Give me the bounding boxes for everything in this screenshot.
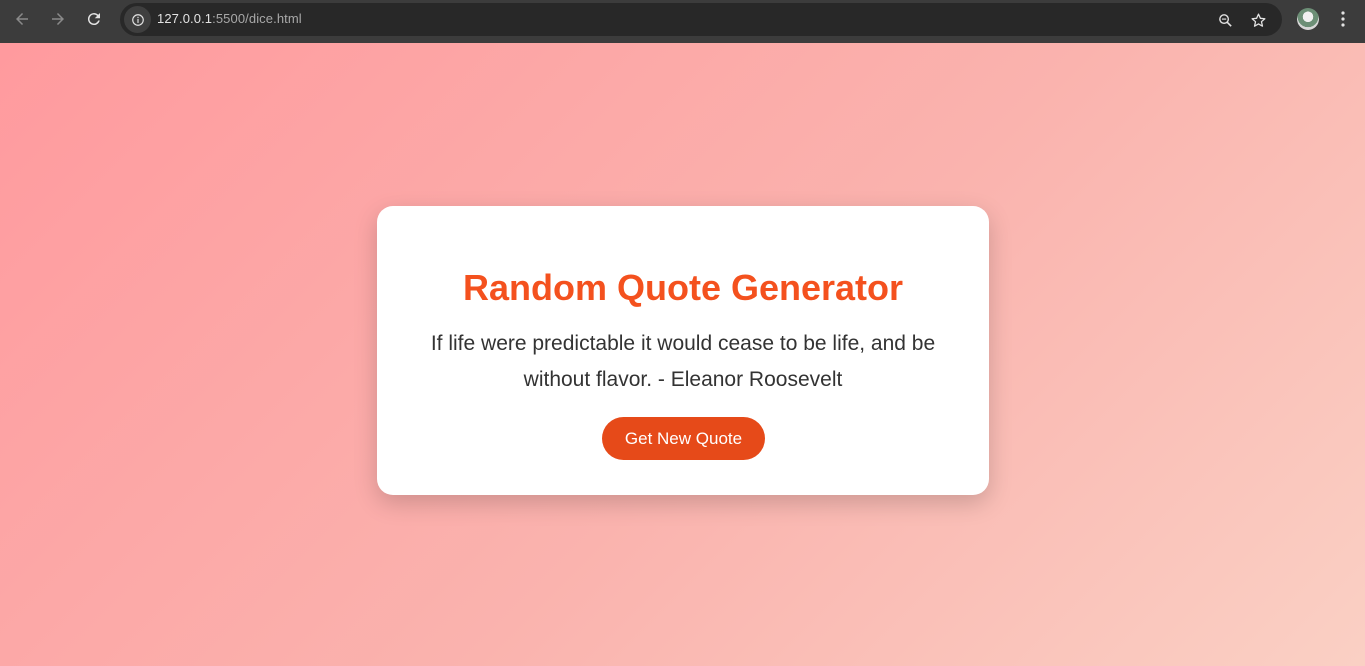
browser-toolbar: 127.0.0.1:5500/dice.html <box>0 0 1365 43</box>
address-bar[interactable]: 127.0.0.1:5500/dice.html <box>120 3 1282 36</box>
forward-icon <box>52 13 64 25</box>
back-button[interactable] <box>9 6 35 32</box>
bookmark-star-icon <box>1250 12 1266 27</box>
url-path: :5500/dice.html <box>212 11 302 26</box>
forward-button[interactable] <box>45 6 71 32</box>
kebab-menu-icon <box>1341 11 1345 27</box>
reload-icon <box>87 13 100 26</box>
get-new-quote-button[interactable]: Get New Quote <box>602 417 765 460</box>
quote-text: If life were predictable it would cease … <box>430 332 936 391</box>
url-text[interactable]: 127.0.0.1:5500/dice.html <box>157 11 302 26</box>
zoom-button[interactable] <box>1215 10 1235 30</box>
site-info-button[interactable] <box>124 6 151 33</box>
zoom-icon <box>1218 13 1232 27</box>
page-viewport: Random Quote Generator If life were pred… <box>0 43 1365 666</box>
page-title: Random Quote Generator <box>462 267 904 308</box>
back-icon <box>16 13 28 25</box>
browser-menu-button[interactable] <box>1335 8 1351 30</box>
reload-button[interactable] <box>81 6 107 32</box>
profile-avatar[interactable] <box>1297 8 1319 30</box>
site-info-icon <box>131 13 144 26</box>
bookmark-button[interactable] <box>1248 10 1268 30</box>
url-host: 127.0.0.1 <box>157 11 213 26</box>
quote-card: Random Quote Generator If life were pred… <box>377 206 989 495</box>
